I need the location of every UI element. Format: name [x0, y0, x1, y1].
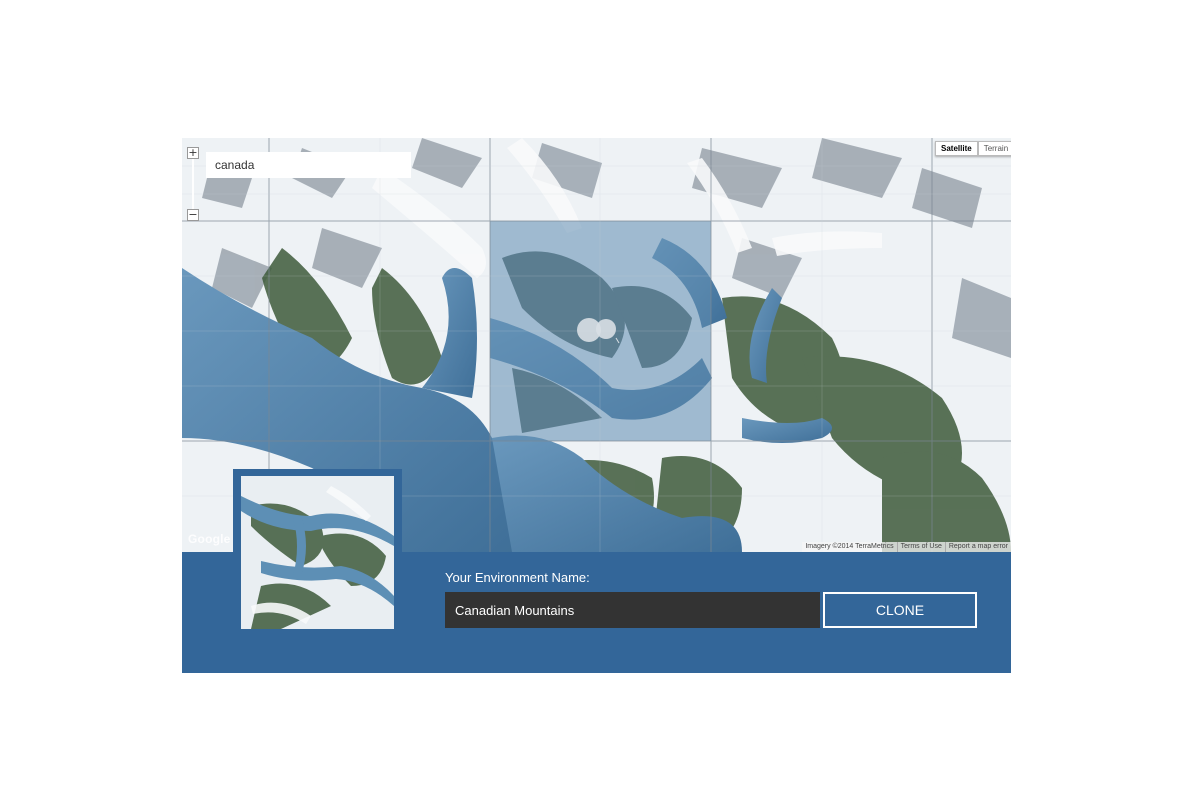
terms-of-use-link[interactable]: Terms of Use	[896, 542, 945, 552]
zoom-control: + −	[187, 147, 199, 221]
zoom-slider[interactable]	[192, 159, 194, 209]
location-marker[interactable]	[573, 316, 623, 344]
environment-clone-panel: + − Satellite Terrain Google Imagery ©20…	[182, 138, 1011, 673]
marker-icon	[577, 318, 620, 344]
thumbnail-image	[241, 476, 394, 629]
terrain-button[interactable]: Terrain	[977, 141, 1011, 156]
map-attribution: Imagery ©2014 TerraMetrics Terms of Use …	[802, 542, 1011, 552]
map-type-toggle: Satellite Terrain	[935, 141, 1011, 156]
map-search-input[interactable]	[206, 152, 411, 178]
imagery-credit: Imagery ©2014 TerraMetrics	[805, 543, 894, 550]
environment-thumbnail	[233, 469, 402, 631]
zoom-out-button[interactable]: −	[187, 209, 199, 221]
satellite-button[interactable]: Satellite	[935, 141, 978, 156]
google-logo: Google	[188, 532, 231, 546]
environment-name-input[interactable]	[445, 592, 820, 628]
environment-name-label: Your Environment Name:	[445, 570, 590, 585]
report-map-error-link[interactable]: Report a map error	[944, 542, 1011, 552]
zoom-in-button[interactable]: +	[187, 147, 199, 159]
clone-button[interactable]: CLONE	[823, 592, 977, 628]
